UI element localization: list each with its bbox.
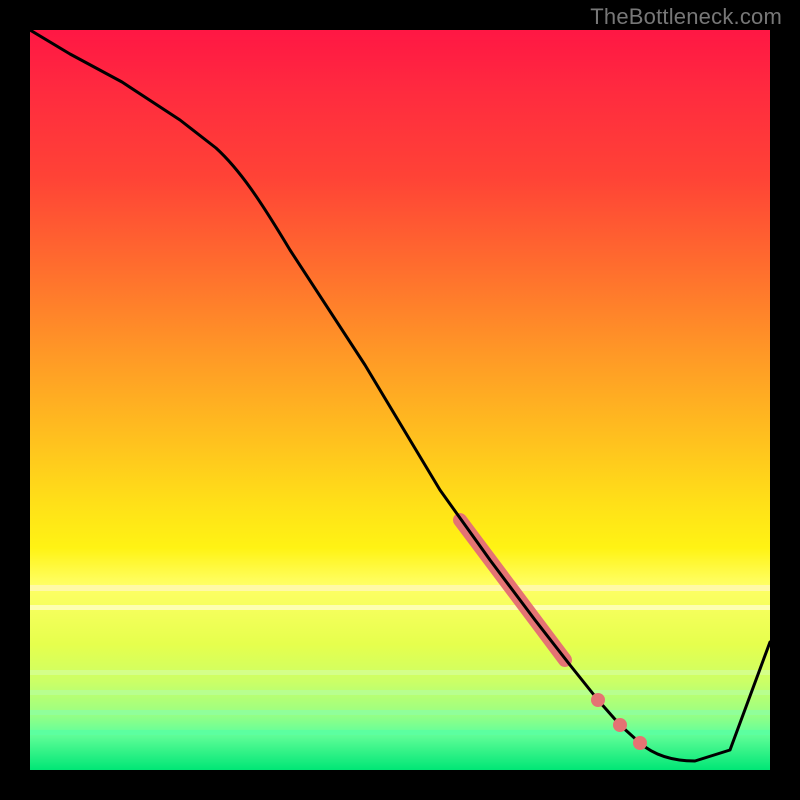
plot-area [30,30,770,770]
highlight-dot-1 [591,693,605,707]
chart-svg [30,30,770,770]
bottleneck-curve [30,30,770,761]
watermark-text: TheBottleneck.com [590,4,782,30]
chart-stage: TheBottleneck.com [0,0,800,800]
highlight-dot-3 [633,736,647,750]
highlight-dot-2 [613,718,627,732]
